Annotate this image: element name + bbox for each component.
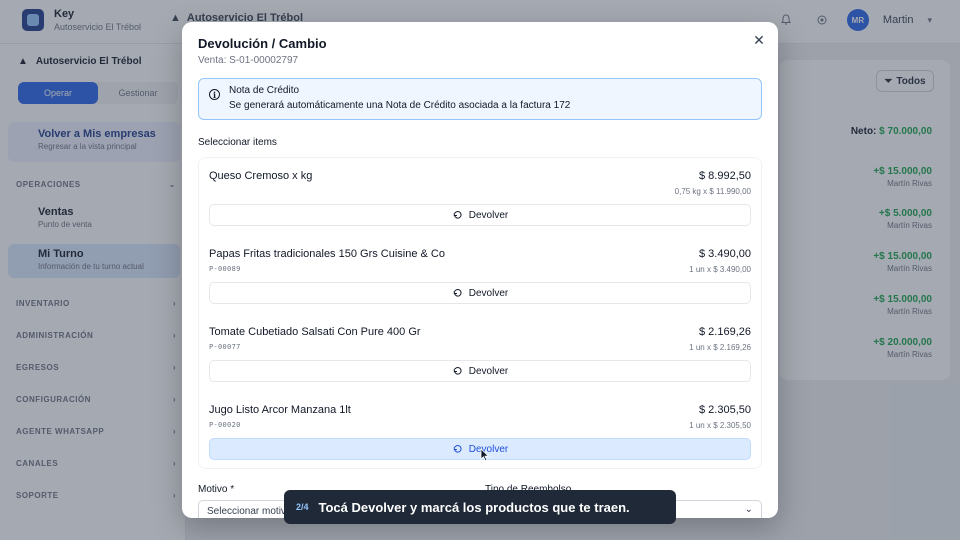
list-item: Papas Fritas tradicionales 150 Grs Cuisi… [199,236,761,314]
close-icon[interactable]: ✕ [750,31,768,49]
item-price: $ 3.490,00 [699,248,751,260]
info-icon: i [209,89,220,100]
item-price: $ 8.992,50 [699,170,751,182]
list-item: Tomate Cubetiado Salsati Con Pure 400 Gr… [199,314,761,392]
notice-text: Se generará automáticamente una Nota de … [229,100,571,111]
guide-tooltip: 2/4 Tocá Devolver y marcá los productos … [284,490,676,524]
chevron-down-icon: ⌄ [744,504,753,515]
undo-icon [453,444,462,453]
return-button[interactable]: Devolver [209,204,751,226]
item-detail: 0,75 kg x $ 11.990,00 [674,187,751,196]
items-list: Queso Cremoso x kg $ 8.992,50 0,75 kg x … [198,157,762,469]
tour-message: Tocá Devolver y marcá los productos que … [318,499,630,515]
item-name: Tomate Cubetiado Salsati Con Pure 400 Gr [209,326,421,338]
return-button-label: Devolver [468,287,509,299]
item-detail: 1 un x $ 2.305,50 [689,421,751,430]
item-name: Jugo Listo Arcor Manzana 1lt [209,404,351,416]
item-sku: P-00020 [209,421,241,429]
item-price: $ 2.305,50 [699,404,751,416]
undo-icon [453,288,462,297]
reason-label: Motivo * [198,484,235,495]
return-button-label: Devolver [468,209,509,221]
dialog-title: Devolución / Cambio [198,36,327,51]
sale-number: Venta: S-01-00002797 [198,55,299,66]
item-sku: P-00089 [209,265,241,273]
tour-step: 2/4 [296,502,309,512]
notice-title: Nota de Crédito [229,85,300,96]
list-item: Queso Cremoso x kg $ 8.992,50 0,75 kg x … [199,158,761,236]
undo-icon [453,210,462,219]
select-items-label: Seleccionar items [198,137,277,148]
item-detail: 1 un x $ 3.490,00 [689,265,751,274]
item-sku: P-00077 [209,343,241,351]
return-button[interactable]: Devolver [209,282,751,304]
item-name: Papas Fritas tradicionales 150 Grs Cuisi… [209,248,445,260]
credit-note-notice: i Nota de Crédito Se generará automática… [198,78,762,120]
return-exchange-dialog: Devolución / Cambio Venta: S-01-00002797… [182,22,778,518]
return-button[interactable]: Devolver [209,360,751,382]
item-name: Queso Cremoso x kg [209,170,313,182]
return-button-label: Devolver [468,365,509,377]
item-price: $ 2.169,26 [699,326,751,338]
item-detail: 1 un x $ 2.169,26 [689,343,751,352]
cursor-icon [480,448,490,462]
undo-icon [453,366,462,375]
